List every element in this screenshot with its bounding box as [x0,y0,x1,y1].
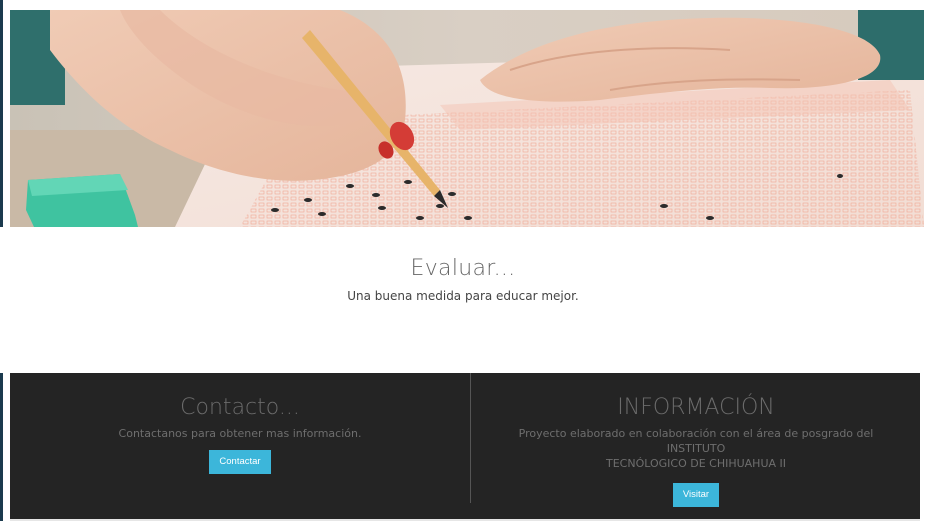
tagline-section: Evaluar... Una buena medida para educar … [0,227,926,373]
visit-button[interactable]: Visitar [672,483,720,507]
info-column: INFORMACIÓN Proyecto elaborado en colabo… [472,373,920,507]
hero-photo-illustration [10,10,924,227]
contact-text: Contactanos para obtener mas información… [118,427,362,440]
footer-panel: Contacto... Contactanos para obtener mas… [10,373,920,519]
hero-image [10,10,924,227]
contact-column: Contacto... Contactanos para obtener mas… [10,373,470,474]
info-title: INFORMACIÓN [617,395,775,420]
contact-title: Contacto... [180,395,300,420]
contact-button[interactable]: Contactar [209,450,271,474]
tagline-subtitle: Una buena medida para educar mejor. [347,289,579,303]
info-text-line1: Proyecto elaborado en colaboración con e… [518,427,874,455]
info-text: Proyecto elaborado en colaboración con e… [472,426,920,471]
footer-divider [470,373,471,503]
tagline-title: Evaluar... [410,256,516,281]
info-text-line2: TECNÓLOGICO DE CHIHUAHUA II [605,457,787,470]
